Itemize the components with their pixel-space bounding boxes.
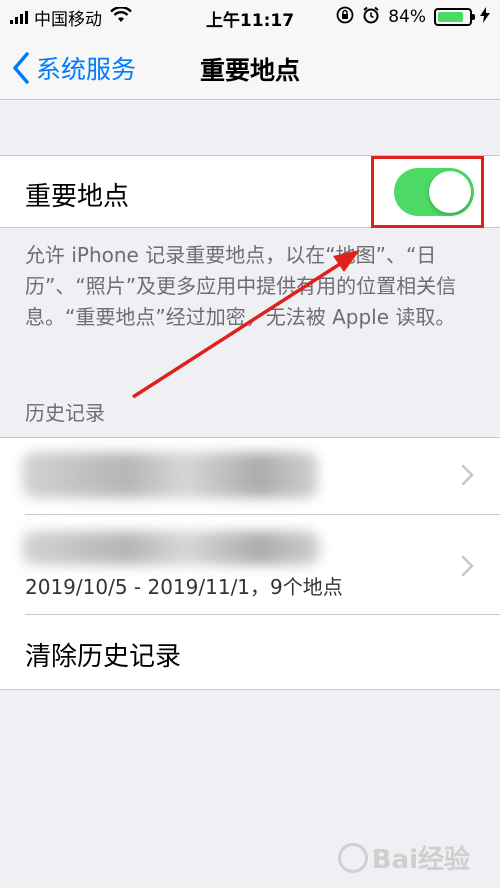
watermark-text: Bai经验 bbox=[371, 845, 470, 875]
history-item-date-range: 2019/10/5 - 2019/11/1，9个地点 bbox=[25, 575, 343, 599]
chevron-right-icon bbox=[461, 555, 474, 577]
history-row-1[interactable] bbox=[0, 438, 500, 514]
history-section-header: 历史记录 bbox=[25, 401, 105, 425]
clear-history-row[interactable]: 清除历史记录 bbox=[0, 615, 500, 691]
paw-logo-icon bbox=[337, 842, 368, 873]
chevron-right-icon bbox=[461, 464, 474, 486]
baidu-watermark: Bai经验 bbox=[337, 839, 470, 876]
clear-history-button[interactable]: 清除历史记录 bbox=[25, 636, 181, 673]
blurred-location-title bbox=[22, 452, 318, 498]
history-group: 2019/10/5 - 2019/11/1，9个地点 清除历史记录 bbox=[0, 437, 500, 690]
blurred-location-title bbox=[22, 531, 320, 565]
